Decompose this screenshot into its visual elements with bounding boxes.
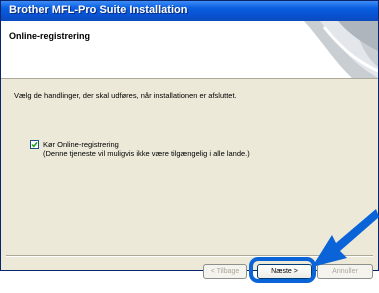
- wizard-header: Online-registrering: [1, 21, 378, 79]
- back-button[interactable]: < Tilbage: [203, 264, 247, 279]
- check-icon: [31, 141, 38, 148]
- pointer-arrow-icon: [312, 209, 379, 267]
- page-title: Online-registrering: [9, 31, 91, 41]
- title-bar[interactable]: Brother MFL-Pro Suite Installation: [1, 1, 378, 21]
- brother-logo: [304, 21, 378, 78]
- instruction-text: Vælg de handlinger, der skal udføres, nå…: [14, 91, 237, 100]
- online-registration-checkbox[interactable]: [30, 140, 39, 149]
- window-title: Brother MFL-Pro Suite Installation: [9, 4, 188, 16]
- availability-note: (Denne tjeneste vil muligvis ikke være t…: [43, 149, 250, 158]
- online-registration-label[interactable]: Kør Online-registrering: [43, 140, 119, 149]
